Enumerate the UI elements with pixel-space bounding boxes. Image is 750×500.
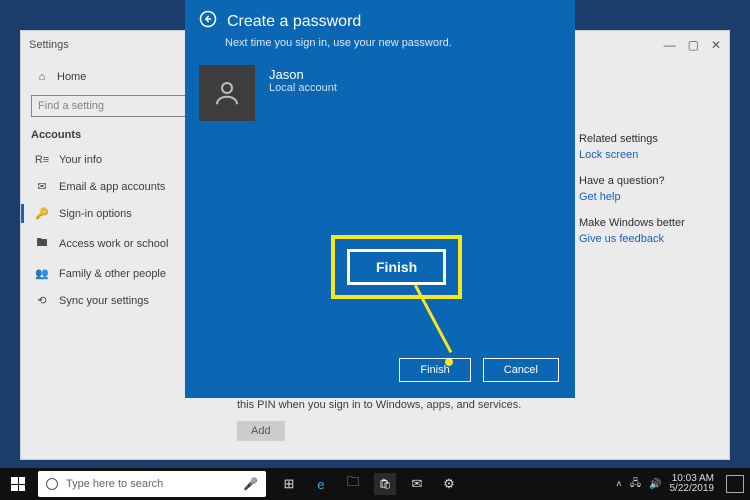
- taskbar-pinned: ⊞ e 🗀 🛍 ✉ ⚙: [278, 473, 460, 495]
- clock[interactable]: 10:03 AM 5/22/2019: [670, 474, 715, 495]
- back-arrow-icon[interactable]: [199, 10, 217, 33]
- mail-icon: ✉: [35, 180, 49, 193]
- user-account-type: Local account: [269, 82, 337, 94]
- right-column: Related settings Lock screen Have a ques…: [579, 119, 709, 245]
- tray-chevron-icon[interactable]: ˄: [616, 479, 622, 490]
- minimize-button[interactable]: —: [664, 38, 676, 52]
- finish-button-highlighted[interactable]: Finish: [347, 249, 446, 285]
- cancel-button[interactable]: Cancel: [483, 358, 559, 382]
- window-title: Settings: [29, 39, 69, 51]
- user-name: Jason: [269, 67, 337, 82]
- system-tray: ˄ 🖧 🔊 10:03 AM 5/22/2019: [616, 474, 750, 495]
- accounts-section-head: Accounts: [31, 129, 211, 141]
- home-icon: ⌂: [35, 71, 49, 83]
- mic-icon[interactable]: 🎤: [243, 477, 258, 491]
- edge-icon[interactable]: e: [310, 473, 332, 495]
- lock-screen-link[interactable]: Lock screen: [579, 149, 709, 161]
- volume-icon[interactable]: 🔊: [649, 479, 661, 490]
- close-button[interactable]: ✕: [711, 38, 721, 52]
- avatar: [199, 65, 255, 121]
- nav-email-accounts[interactable]: ✉ Email & app accounts: [31, 173, 211, 200]
- home-nav[interactable]: ⌂ Home: [31, 65, 211, 89]
- settings-taskbar-icon[interactable]: ⚙: [438, 473, 460, 495]
- task-view-icon[interactable]: ⊞: [278, 473, 300, 495]
- home-label: Home: [57, 71, 86, 83]
- key-icon: 🔑: [35, 207, 49, 220]
- taskbar: Type here to search 🎤 ⊞ e 🗀 🛍 ✉ ⚙ ˄ 🖧 🔊 …: [0, 468, 750, 500]
- nav-sync-settings[interactable]: ⟲ Sync your settings: [31, 287, 211, 314]
- action-center-icon[interactable]: [726, 475, 744, 493]
- make-better-head: Make Windows better: [579, 217, 709, 229]
- windows-logo-icon: [11, 477, 25, 491]
- finish-highlight: Finish: [331, 235, 462, 299]
- nav-your-info[interactable]: R≡ Your info: [31, 147, 211, 173]
- sync-icon: ⟲: [35, 294, 49, 307]
- cortana-icon: [46, 478, 58, 490]
- have-question-head: Have a question?: [579, 175, 709, 187]
- search-placeholder: Type here to search: [66, 478, 163, 490]
- dialog-subtitle: Next time you sign in, use your new pass…: [185, 35, 575, 61]
- store-icon[interactable]: 🛍: [374, 473, 396, 495]
- related-settings-head: Related settings: [579, 133, 709, 145]
- user-profile: Jason Local account: [185, 61, 575, 121]
- finish-button[interactable]: Finish: [399, 358, 470, 382]
- nav-access-work-school[interactable]: 🖿 Access work or school: [31, 227, 211, 260]
- nav-signin-options[interactable]: 🔑 Sign-in options: [31, 200, 211, 227]
- dialog-title: Create a password: [227, 13, 361, 31]
- start-button[interactable]: [0, 468, 36, 500]
- add-pin-button[interactable]: Add: [237, 421, 285, 441]
- maximize-button[interactable]: ▢: [688, 38, 699, 52]
- taskbar-search[interactable]: Type here to search 🎤: [38, 471, 266, 497]
- feedback-link[interactable]: Give us feedback: [579, 233, 709, 245]
- get-help-link[interactable]: Get help: [579, 191, 709, 203]
- network-icon[interactable]: 🖧: [630, 476, 641, 493]
- people-icon: 👥: [35, 267, 49, 280]
- find-setting-input[interactable]: Find a setting: [31, 95, 191, 117]
- mail-app-icon[interactable]: ✉: [406, 473, 428, 495]
- create-password-dialog: Create a password Next time you sign in,…: [185, 0, 575, 398]
- nav-family-people[interactable]: 👥 Family & other people: [31, 260, 211, 287]
- person-badge-icon: R≡: [35, 154, 49, 166]
- briefcase-icon: 🖿: [35, 234, 49, 253]
- file-explorer-icon[interactable]: 🗀: [342, 473, 364, 495]
